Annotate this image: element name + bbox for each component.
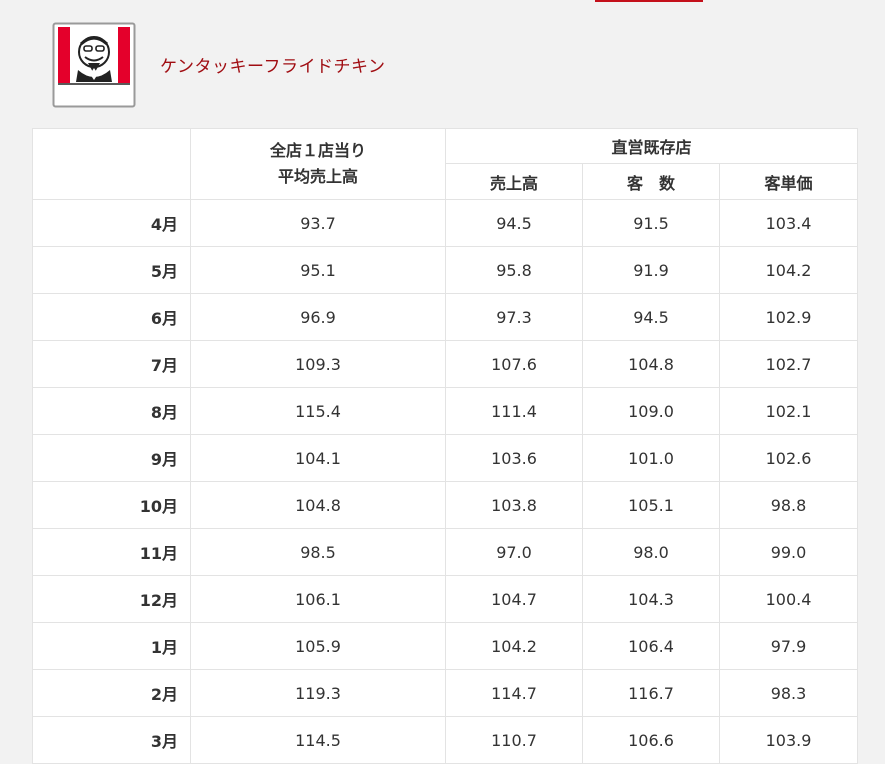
table-row: 7月 109.3 107.6 104.8 102.7 bbox=[32, 340, 859, 388]
customers-cell: 91.5 bbox=[582, 199, 720, 247]
sales-cell: 107.6 bbox=[445, 340, 583, 388]
customers-cell: 104.3 bbox=[582, 575, 720, 623]
customers-cell: 94.5 bbox=[582, 293, 720, 341]
customers-cell: 116.7 bbox=[582, 669, 720, 717]
customers-cell: 106.6 bbox=[582, 716, 720, 764]
brand-header: ケンタッキーフライドチキン bbox=[52, 22, 385, 108]
table-row: 8月 115.4 111.4 109.0 102.1 bbox=[32, 387, 859, 435]
table-row: 5月 95.1 95.8 91.9 104.2 bbox=[32, 246, 859, 294]
sales-cell: 110.7 bbox=[445, 716, 583, 764]
avg-sales-cell: 115.4 bbox=[190, 387, 446, 435]
unit-price-cell: 100.4 bbox=[718, 575, 859, 623]
sales-table-container: 全店１店当り 平均売上高 直営既存店 売上高 客 数 客単価 4月 93.7 9… bbox=[32, 128, 859, 764]
month-cell: 2月 bbox=[32, 669, 191, 717]
unit-price-cell: 102.9 bbox=[718, 293, 859, 341]
avg-sales-cell: 95.1 bbox=[190, 246, 446, 294]
sales-cell: 97.3 bbox=[445, 293, 583, 341]
avg-sales-cell: 119.3 bbox=[190, 669, 446, 717]
month-cell: 10月 bbox=[32, 481, 191, 529]
customers-cell: 104.8 bbox=[582, 340, 720, 388]
header-customers: 客 数 bbox=[582, 163, 720, 200]
customers-cell: 98.0 bbox=[582, 528, 720, 576]
header-month-corner bbox=[32, 128, 191, 200]
month-cell: 11月 bbox=[32, 528, 191, 576]
month-cell: 8月 bbox=[32, 387, 191, 435]
top-accent-bar bbox=[595, 0, 703, 2]
avg-sales-cell: 98.5 bbox=[190, 528, 446, 576]
unit-price-cell: 98.8 bbox=[718, 481, 859, 529]
unit-price-cell: 103.9 bbox=[718, 716, 859, 764]
table-row: 4月 93.7 94.5 91.5 103.4 bbox=[32, 199, 859, 247]
avg-sales-cell: 104.1 bbox=[190, 434, 446, 482]
unit-price-cell: 102.7 bbox=[718, 340, 859, 388]
customers-cell: 109.0 bbox=[582, 387, 720, 435]
customers-cell: 91.9 bbox=[582, 246, 720, 294]
month-cell: 9月 bbox=[32, 434, 191, 482]
header-unit-price: 客単価 bbox=[718, 163, 859, 200]
customers-cell: 106.4 bbox=[582, 622, 720, 670]
month-cell: 1月 bbox=[32, 622, 191, 670]
unit-price-cell: 102.1 bbox=[718, 387, 859, 435]
month-cell: 6月 bbox=[32, 293, 191, 341]
avg-sales-cell: 105.9 bbox=[190, 622, 446, 670]
table-row: 6月 96.9 97.3 94.5 102.9 bbox=[32, 293, 859, 341]
avg-sales-cell: 114.5 bbox=[190, 716, 446, 764]
unit-price-cell: 103.4 bbox=[718, 199, 859, 247]
unit-price-cell: 99.0 bbox=[718, 528, 859, 576]
table-row: 10月 104.8 103.8 105.1 98.8 bbox=[32, 481, 859, 529]
sales-table: 全店１店当り 平均売上高 直営既存店 売上高 客 数 客単価 4月 93.7 9… bbox=[32, 128, 859, 764]
table-row: 9月 104.1 103.6 101.0 102.6 bbox=[32, 434, 859, 482]
header-existing-stores: 直営既存店 bbox=[444, 128, 859, 164]
unit-price-cell: 104.2 bbox=[718, 246, 859, 294]
sales-cell: 104.2 bbox=[445, 622, 583, 670]
sales-cell: 95.8 bbox=[445, 246, 583, 294]
avg-sales-cell: 109.3 bbox=[190, 340, 446, 388]
table-row: 2月 119.3 114.7 116.7 98.3 bbox=[32, 669, 859, 717]
header-avg-sales: 全店１店当り 平均売上高 bbox=[190, 128, 446, 200]
sales-cell: 103.6 bbox=[445, 434, 583, 482]
customers-cell: 101.0 bbox=[582, 434, 720, 482]
table-body: 4月 93.7 94.5 91.5 103.4 5月 95.1 95.8 91.… bbox=[32, 199, 859, 764]
sales-cell: 111.4 bbox=[445, 387, 583, 435]
avg-sales-cell: 96.9 bbox=[190, 293, 446, 341]
header-avg-sales-line2: 平均売上高 bbox=[277, 167, 358, 186]
table-row: 12月 106.1 104.7 104.3 100.4 bbox=[32, 575, 859, 623]
kfc-logo-icon bbox=[52, 22, 136, 108]
table-row: 3月 114.5 110.7 106.6 103.9 bbox=[32, 716, 859, 764]
sales-cell: 97.0 bbox=[445, 528, 583, 576]
avg-sales-cell: 93.7 bbox=[190, 199, 446, 247]
sales-cell: 114.7 bbox=[445, 669, 583, 717]
table-row: 11月 98.5 97.0 98.0 99.0 bbox=[32, 528, 859, 576]
month-cell: 12月 bbox=[32, 575, 191, 623]
month-cell: 7月 bbox=[32, 340, 191, 388]
unit-price-cell: 102.6 bbox=[718, 434, 859, 482]
sales-cell: 103.8 bbox=[445, 481, 583, 529]
unit-price-cell: 97.9 bbox=[718, 622, 859, 670]
month-cell: 3月 bbox=[32, 716, 191, 764]
sales-cell: 94.5 bbox=[445, 199, 583, 247]
month-cell: 5月 bbox=[32, 246, 191, 294]
header-sales: 売上高 bbox=[445, 163, 583, 200]
avg-sales-cell: 104.8 bbox=[190, 481, 446, 529]
customers-cell: 105.1 bbox=[582, 481, 720, 529]
avg-sales-cell: 106.1 bbox=[190, 575, 446, 623]
header-avg-sales-line1: 全店１店当り bbox=[269, 141, 366, 160]
brand-name: ケンタッキーフライドチキン bbox=[160, 56, 386, 77]
month-cell: 4月 bbox=[32, 199, 191, 247]
unit-price-cell: 98.3 bbox=[718, 669, 859, 717]
table-row: 1月 105.9 104.2 106.4 97.9 bbox=[32, 622, 859, 670]
sales-cell: 104.7 bbox=[445, 575, 583, 623]
